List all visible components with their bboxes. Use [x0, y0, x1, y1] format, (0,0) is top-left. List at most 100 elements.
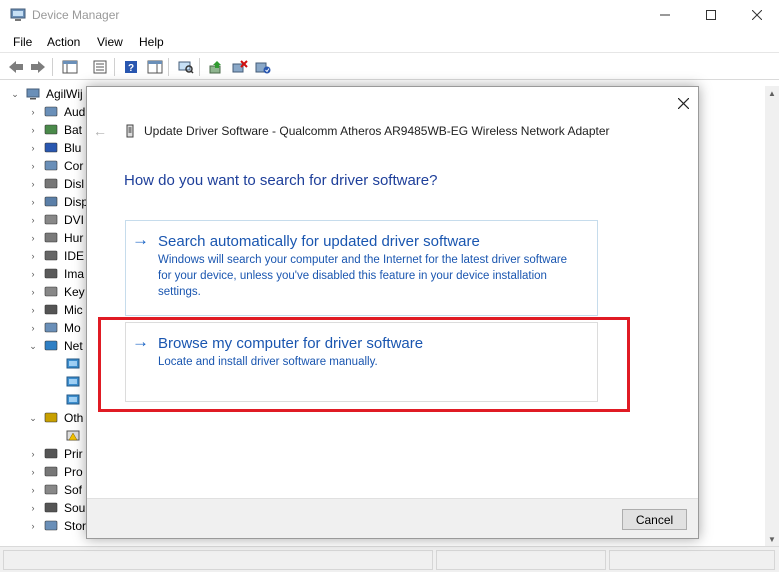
- enable-device-icon[interactable]: [253, 57, 273, 77]
- svg-text:?: ?: [128, 63, 134, 74]
- cancel-button[interactable]: Cancel: [622, 509, 687, 530]
- network-adapter-icon: [44, 340, 58, 351]
- chevron-right-icon[interactable]: ›: [26, 467, 40, 477]
- window-title: Device Manager: [32, 8, 120, 22]
- dialog-question: How do you want to search for driver sof…: [124, 172, 438, 189]
- chevron-right-icon[interactable]: ›: [26, 125, 40, 135]
- dialog-footer: Cancel: [87, 498, 698, 538]
- close-icon: [677, 97, 689, 109]
- show-hide-tree-icon[interactable]: [60, 57, 80, 77]
- toolbar-separator: [168, 58, 169, 76]
- tree-item[interactable]: › Key: [26, 283, 85, 301]
- forward-icon[interactable]: [28, 57, 48, 77]
- menu-action[interactable]: Action: [47, 35, 80, 49]
- chevron-right-icon[interactable]: ›: [26, 107, 40, 117]
- processor-icon: [44, 466, 58, 477]
- chevron-right-icon[interactable]: ›: [26, 161, 40, 171]
- tree-item[interactable]: ⌄ Oth: [26, 409, 83, 427]
- menu-help[interactable]: Help: [139, 35, 164, 49]
- action-pane-icon[interactable]: [145, 57, 165, 77]
- chevron-right-icon[interactable]: ›: [26, 305, 40, 315]
- browse-computer-option[interactable]: → Browse my computer for driver software…: [125, 322, 598, 402]
- tree-item-label: Disp: [64, 195, 89, 209]
- maximize-icon: [706, 10, 716, 20]
- ide-controller-icon: [44, 250, 58, 261]
- back-icon[interactable]: [6, 57, 26, 77]
- tree-item[interactable]: › Pro: [26, 463, 83, 481]
- tree-item[interactable]: › Hur: [26, 229, 84, 247]
- tree-item[interactable]: › Sou: [26, 499, 86, 517]
- tree-item[interactable]: › Disp: [26, 193, 89, 211]
- chevron-right-icon[interactable]: ›: [26, 233, 40, 243]
- tree-child-item[interactable]: [62, 355, 86, 373]
- tree-child-item[interactable]: [62, 427, 86, 445]
- tree-item-label: DVI: [64, 213, 85, 227]
- update-driver-icon[interactable]: [206, 57, 226, 77]
- chevron-right-icon[interactable]: ›: [26, 503, 40, 513]
- scroll-up-icon[interactable]: ▲: [765, 86, 779, 100]
- menu-file[interactable]: File: [13, 35, 32, 49]
- chevron-right-icon[interactable]: ›: [26, 197, 40, 207]
- scan-hardware-icon[interactable]: [176, 57, 196, 77]
- search-automatically-option[interactable]: → Search automatically for updated drive…: [125, 220, 598, 316]
- display-adapter-icon: [44, 196, 58, 207]
- computer-icon: [26, 88, 40, 100]
- tree-item-label: Key: [64, 285, 85, 299]
- keyboard-icon: [44, 286, 58, 297]
- chevron-right-icon[interactable]: ›: [26, 269, 40, 279]
- tree-child-item[interactable]: [62, 391, 86, 409]
- chevron-right-icon[interactable]: ›: [26, 143, 40, 153]
- tree-item[interactable]: ⌄ Net: [26, 337, 82, 355]
- status-pane: [436, 550, 606, 570]
- tree-item-label: Sou: [64, 501, 86, 515]
- tree-item-label: Sof: [64, 483, 83, 497]
- maximize-button[interactable]: [688, 0, 734, 30]
- back-arrow-icon[interactable]: ←: [93, 123, 107, 139]
- tree-root-label: AgilWij: [46, 87, 83, 101]
- option-title: Browse my computer for driver software: [158, 335, 424, 352]
- tree-item[interactable]: › Mo: [26, 319, 81, 337]
- tree-item[interactable]: › Sof: [26, 481, 83, 499]
- tree-item[interactable]: › Cor: [26, 157, 84, 175]
- minimize-button[interactable]: [642, 0, 688, 30]
- vertical-scrollbar[interactable]: ▲ ▼: [765, 86, 779, 546]
- chevron-down-icon[interactable]: ⌄: [26, 341, 40, 352]
- tree-item[interactable]: › Disl: [26, 175, 85, 193]
- tree-item-label: Bat: [64, 123, 83, 137]
- chevron-right-icon[interactable]: ›: [26, 251, 40, 261]
- help-icon[interactable]: ?: [121, 57, 141, 77]
- toolbar: ?: [0, 54, 779, 80]
- properties-icon[interactable]: [90, 57, 110, 77]
- chevron-right-icon[interactable]: ›: [26, 179, 40, 189]
- tree-item[interactable]: › IDE: [26, 247, 85, 265]
- uninstall-device-icon[interactable]: [230, 57, 250, 77]
- network-adapter-icon: [66, 394, 80, 405]
- tree-item[interactable]: › Mic: [26, 301, 83, 319]
- dvd-drive-icon: [44, 214, 58, 225]
- tree-item[interactable]: › DVI: [26, 211, 85, 229]
- warning-device-icon: [66, 430, 80, 441]
- tree-item[interactable]: › Blu: [26, 139, 82, 157]
- toolbar-separator: [52, 58, 53, 76]
- tree-item-label: Aud: [64, 105, 86, 119]
- scroll-down-icon[interactable]: ▼: [765, 532, 779, 546]
- status-pane: [3, 550, 433, 570]
- tree-item[interactable]: › Prir: [26, 445, 83, 463]
- tree-item[interactable]: › Ima: [26, 265, 85, 283]
- close-window-button[interactable]: [734, 0, 779, 30]
- chevron-right-icon[interactable]: ›: [26, 485, 40, 495]
- chevron-right-icon[interactable]: ›: [26, 521, 40, 531]
- chevron-down-icon[interactable]: ⌄: [8, 89, 22, 100]
- hid-icon: [44, 232, 58, 243]
- tree-child-item[interactable]: [62, 373, 86, 391]
- chevron-right-icon[interactable]: ›: [26, 287, 40, 297]
- tree-item[interactable]: › Aud: [26, 103, 86, 121]
- chevron-down-icon[interactable]: ⌄: [26, 413, 40, 424]
- chevron-right-icon[interactable]: ›: [26, 215, 40, 225]
- menu-view[interactable]: View: [97, 35, 123, 49]
- tree-root[interactable]: ⌄ AgilWij: [8, 85, 83, 103]
- dialog-close-button[interactable]: [673, 93, 693, 113]
- chevron-right-icon[interactable]: ›: [26, 323, 40, 333]
- chevron-right-icon[interactable]: ›: [26, 449, 40, 459]
- tree-item[interactable]: › Bat: [26, 121, 83, 139]
